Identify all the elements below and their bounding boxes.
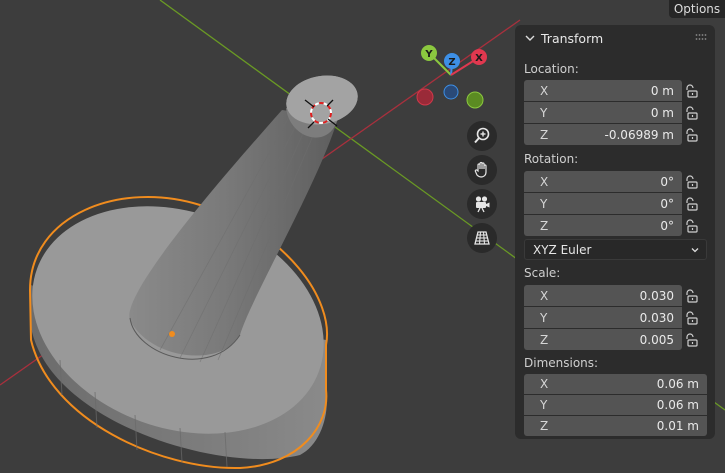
- axis-label: Z: [540, 127, 549, 142]
- axis-label: Y: [540, 398, 548, 412]
- location-y-field[interactable]: Y 0 m: [524, 102, 682, 123]
- field-value: 0 m: [650, 83, 674, 98]
- lock-scale-y-icon[interactable]: [683, 310, 699, 326]
- location-label: Location:: [524, 62, 579, 76]
- axis-label: Z: [540, 419, 549, 433]
- chevron-down-icon: [525, 35, 535, 41]
- field-value: 0°: [660, 174, 674, 189]
- scale-z-field[interactable]: Z 0.005: [524, 329, 682, 350]
- lock-location-z-icon[interactable]: [683, 127, 699, 143]
- lock-location-y-icon[interactable]: [683, 105, 699, 121]
- lock-scale-x-icon[interactable]: [683, 288, 699, 304]
- gizmo-neg-y: [466, 91, 484, 109]
- dimensions-z-field[interactable]: Z 0.01 m: [524, 416, 707, 436]
- chevron-down-icon: [691, 247, 699, 252]
- field-value: 0°: [660, 218, 674, 233]
- navigation-gizmo: Y Z X: [416, 45, 487, 109]
- dimensions-y-field[interactable]: Y 0.06 m: [524, 395, 707, 415]
- gizmo-neg-z: [443, 84, 459, 100]
- field-value: 0°: [660, 196, 674, 211]
- pan-button[interactable]: [467, 155, 497, 185]
- gizmo-z-label: Z: [448, 57, 455, 68]
- axis-label: Y: [540, 105, 548, 120]
- hand-pan-icon: [474, 161, 487, 178]
- gizmo-neg-x: [416, 88, 434, 106]
- object-origin: [169, 331, 175, 337]
- rotation-y-field[interactable]: Y 0°: [524, 193, 682, 214]
- options-button[interactable]: Options: [669, 0, 725, 18]
- lock-scale-z-icon[interactable]: [683, 332, 699, 348]
- rotation-label: Rotation:: [524, 152, 579, 166]
- rotation-mode-select[interactable]: XYZ Euler: [524, 239, 707, 260]
- grid-perspective-icon: [474, 231, 490, 245]
- transform-panel-header[interactable]: Transform: [515, 25, 715, 51]
- location-x-field[interactable]: X 0 m: [524, 80, 682, 101]
- axis-label: X: [540, 83, 549, 98]
- zoom-button[interactable]: [467, 121, 497, 151]
- location-z-field[interactable]: Z -0.06989 m: [524, 124, 682, 145]
- field-value: 0.030: [639, 310, 674, 325]
- field-value: 0.06 m: [656, 398, 699, 412]
- transform-panel: Transform Location: X 0 m Y 0 m Z -0.069…: [515, 25, 715, 439]
- axis-label: Z: [540, 218, 549, 233]
- perspective-toggle-button[interactable]: [467, 223, 497, 253]
- lock-rotation-z-icon[interactable]: [683, 218, 699, 234]
- field-value: 0.030: [639, 288, 674, 303]
- rotation-mode-value: XYZ Euler: [533, 242, 592, 257]
- field-value: 0.06 m: [656, 377, 699, 391]
- field-value: 0 m: [650, 105, 674, 120]
- axis-label: Y: [540, 196, 548, 211]
- camera-icon: [475, 196, 490, 213]
- drag-grip-icon[interactable]: [695, 33, 707, 41]
- scale-label: Scale:: [524, 266, 561, 280]
- axis-label: X: [540, 174, 549, 189]
- dimensions-x-field[interactable]: X 0.06 m: [524, 374, 707, 394]
- lock-rotation-y-icon[interactable]: [683, 196, 699, 212]
- field-value: 0.005: [639, 332, 674, 347]
- gizmo-x-label: X: [475, 53, 483, 64]
- lock-rotation-x-icon[interactable]: [683, 174, 699, 190]
- axis-label: Z: [540, 332, 549, 347]
- panel-title: Transform: [541, 30, 604, 46]
- gizmo-y-label: Y: [424, 49, 433, 60]
- axis-label: Y: [540, 310, 548, 325]
- rotation-z-field[interactable]: Z 0°: [524, 215, 682, 236]
- lock-location-x-icon[interactable]: [683, 83, 699, 99]
- scale-x-field[interactable]: X 0.030: [524, 285, 682, 306]
- scale-y-field[interactable]: Y 0.030: [524, 307, 682, 328]
- camera-view-button[interactable]: [467, 189, 497, 219]
- dimensions-label: Dimensions:: [524, 356, 599, 370]
- axis-label: X: [540, 377, 549, 391]
- field-value: -0.06989 m: [604, 127, 674, 142]
- zoom-icon: [474, 127, 490, 144]
- axis-label: X: [540, 288, 549, 303]
- rotation-x-field[interactable]: X 0°: [524, 171, 682, 192]
- field-value: 0.01 m: [656, 419, 699, 433]
